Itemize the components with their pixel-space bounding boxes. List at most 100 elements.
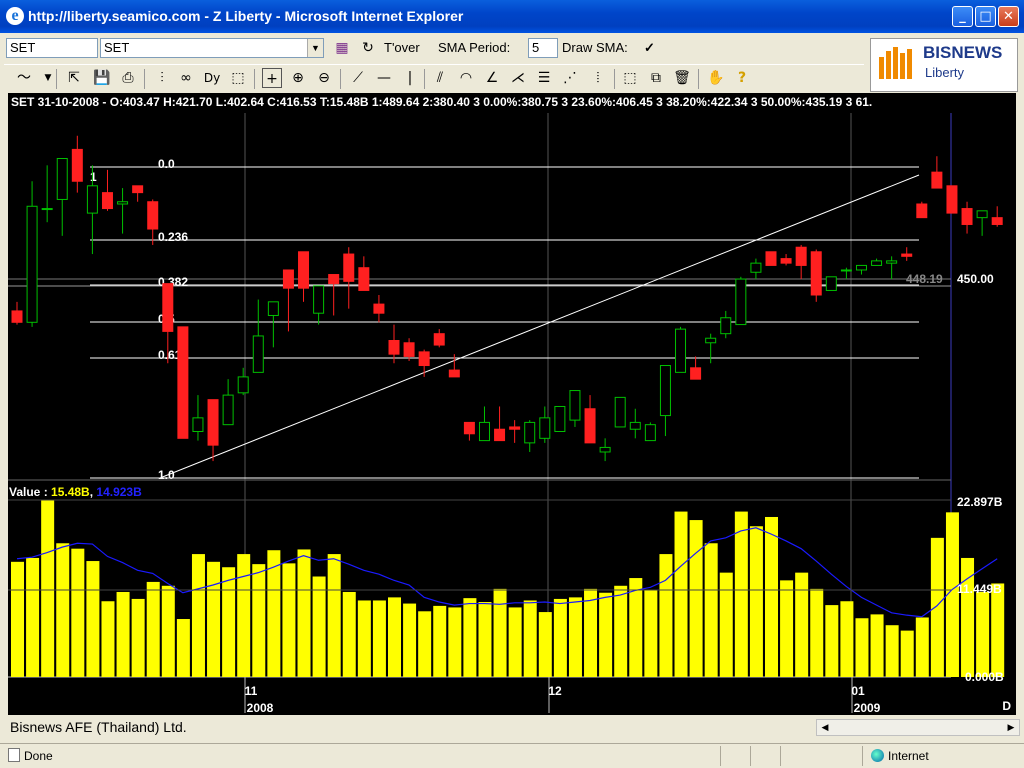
speed-line-icon[interactable]: ⋌ xyxy=(508,68,528,88)
fan-icon[interactable]: ∠ xyxy=(482,68,502,88)
symbol-input[interactable]: SET xyxy=(6,38,98,58)
volume-bar xyxy=(433,605,447,677)
candle-body xyxy=(11,310,23,323)
zoom-box-icon[interactable]: ⬚ xyxy=(228,68,248,88)
gann-fan-icon[interactable]: ⋰ xyxy=(560,68,580,88)
volume-bar xyxy=(26,557,40,677)
candle-body xyxy=(720,317,732,335)
chart-area[interactable]: SET 31-10-2008 - O:403.47 H:421.70 L:402… xyxy=(8,93,1016,715)
toolbar-top: SET SET ▼ ▦ ↻ T'over SMA Period: 5 Draw … xyxy=(4,36,864,62)
volume-bar xyxy=(327,554,341,677)
volume-bar xyxy=(976,591,990,677)
sma-period-label: SMA Period: xyxy=(438,40,511,55)
volume-bar xyxy=(614,585,628,677)
window-title: http://liberty.seamico.com - Z Liberty -… xyxy=(28,8,464,24)
volume-bar xyxy=(930,537,944,677)
dy-icon[interactable]: Dy xyxy=(202,68,222,88)
channel-icon[interactable]: ⫽ xyxy=(430,68,450,88)
volume-bar xyxy=(584,588,598,677)
candle-body xyxy=(448,369,460,378)
candle-body xyxy=(810,251,822,296)
hand-icon[interactable]: ✋ xyxy=(706,68,726,88)
bisnews-logo: BISNEWS Liberty xyxy=(870,38,1018,92)
x-tick-label: 11 xyxy=(245,684,258,698)
candle-body xyxy=(207,399,219,446)
tover-label[interactable]: T'over xyxy=(384,40,420,55)
candle-body xyxy=(976,210,988,219)
save-icon[interactable]: 💾 xyxy=(92,68,112,88)
copy-icon[interactable]: ⧉ xyxy=(646,68,666,88)
line-chart-icon[interactable]: 〜 xyxy=(14,68,34,88)
candle-body xyxy=(282,269,294,289)
fibonacci-icon[interactable]: ☰ xyxy=(534,68,554,88)
chart-type-dropdown-icon[interactable]: ▼ xyxy=(38,68,58,88)
chart-svg[interactable]: SET 31-10-2008 - O:403.47 H:421.70 L:402… xyxy=(8,93,1016,715)
candle-body xyxy=(569,390,581,421)
volume-bar xyxy=(403,603,417,677)
arc-icon[interactable]: ◠ xyxy=(456,68,476,88)
scroll-right-icon[interactable]: ▶ xyxy=(1003,720,1019,735)
candle-body xyxy=(132,185,144,194)
title-bar: e http://liberty.seamico.com - Z Liberty… xyxy=(0,0,1024,33)
select-icon[interactable]: ⬚ xyxy=(620,68,640,88)
volume-bar xyxy=(11,561,24,677)
volume-bar xyxy=(644,589,658,677)
candle-body xyxy=(584,408,596,444)
candle-body xyxy=(554,405,566,433)
cursor-value-label: 448.19 xyxy=(906,272,943,286)
volume-bar xyxy=(207,561,221,677)
scroll-left-icon[interactable]: ◀ xyxy=(817,720,833,735)
indicator-icon[interactable]: ⫶ xyxy=(152,68,172,88)
zoom-in-icon[interactable]: ⊕ xyxy=(288,68,308,88)
print-icon[interactable]: ⎙ xyxy=(118,68,138,88)
volume-bar xyxy=(689,520,703,677)
symbol-select[interactable]: SET ▼ xyxy=(100,38,324,58)
volume-axis-label: 0.000B xyxy=(965,670,1004,684)
volume-bar xyxy=(388,597,401,677)
refresh-icon[interactable]: ↻ xyxy=(358,38,378,58)
x-tick-label: 01 xyxy=(851,684,865,698)
trendline-icon[interactable]: ⟋ xyxy=(348,68,368,88)
candle-body xyxy=(373,303,385,314)
toolbar-tools: 〜 ▼ ⇱ 💾 ⎙ ⫶ ∞ Dy ⬚ + ⊕ ⊖ ⟋ — | ⫽ ◠ ∠ ⋌ ☰… xyxy=(4,64,864,92)
vertical-line-icon[interactable]: | xyxy=(400,68,420,88)
volume-axis-label: 22.897B xyxy=(957,495,1003,509)
candle-body xyxy=(961,208,973,225)
volume-legend-prefix: Value : xyxy=(9,485,51,499)
candle-body xyxy=(795,246,807,266)
maximize-button[interactable]: □ xyxy=(975,6,996,27)
zoom-out-icon[interactable]: ⊖ xyxy=(314,68,334,88)
close-button[interactable]: ✕ xyxy=(998,6,1019,27)
draw-sma-label: Draw SMA: xyxy=(562,40,628,55)
export-icon[interactable]: ⇱ xyxy=(64,68,84,88)
volume-legend: Value : 15.48B, 14.923B xyxy=(9,485,142,499)
x-end-label: D xyxy=(1002,699,1011,713)
candle-body xyxy=(26,205,38,323)
volume-bar xyxy=(418,611,432,677)
volume-bar xyxy=(568,597,582,677)
dots-icon[interactable]: ∞ xyxy=(176,68,196,88)
minimize-button[interactable]: _ xyxy=(952,6,973,27)
volume-bar xyxy=(795,572,809,677)
draw-sma-checkbox[interactable]: ✓ xyxy=(644,40,655,56)
volume-bar xyxy=(297,549,311,677)
volume-bar xyxy=(116,591,130,677)
horizontal-line-icon[interactable]: — xyxy=(374,68,394,88)
chevron-down-icon[interactable]: ▼ xyxy=(307,39,323,57)
volume-bar xyxy=(599,592,613,677)
crosshair-icon[interactable]: + xyxy=(262,68,282,88)
candle-body xyxy=(162,283,174,332)
help-icon[interactable]: ? xyxy=(732,68,752,88)
volume-bar xyxy=(749,526,763,677)
volume-bar xyxy=(372,600,386,677)
volume-bar xyxy=(222,567,236,677)
volume-bar xyxy=(915,617,929,677)
sma-period-input[interactable]: 5 xyxy=(528,38,558,58)
browser-window: e http://liberty.seamico.com - Z Liberty… xyxy=(0,0,1024,768)
delete-all-icon[interactable]: 🗑 xyxy=(672,68,692,88)
x-year-label: 2008 xyxy=(247,701,274,715)
color-grid-icon[interactable]: ▦ xyxy=(332,38,352,58)
cycle-icon[interactable]: ⦙ xyxy=(588,68,608,88)
volume-bar xyxy=(161,585,175,677)
horizontal-scrollbar[interactable]: ◀ ▶ xyxy=(816,719,1020,736)
